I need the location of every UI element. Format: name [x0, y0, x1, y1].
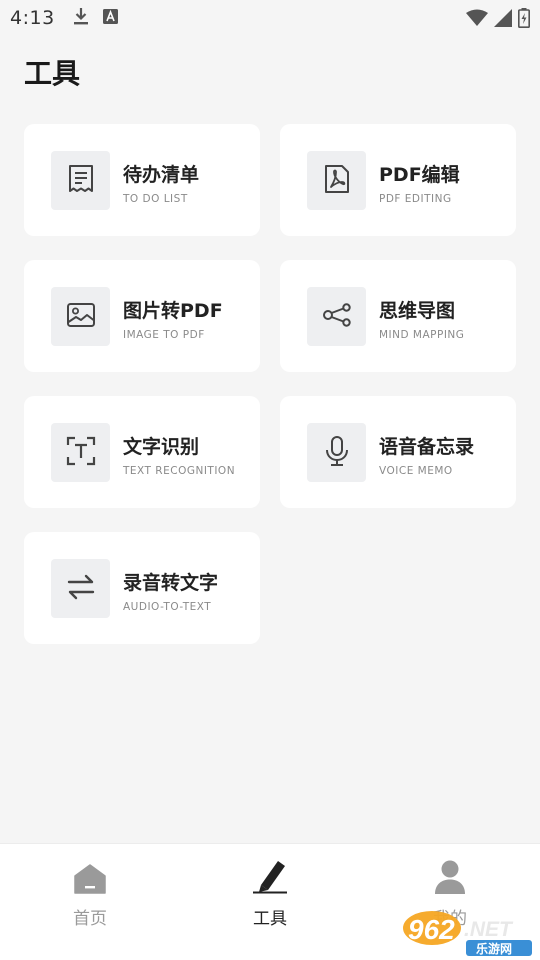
- tool-card-mind-mapping[interactable]: 思维导图 MIND MAPPING: [280, 260, 516, 372]
- tool-icon-box: [307, 423, 366, 482]
- pdf-icon: [323, 164, 351, 198]
- tool-subtitle: VOICE MEMO: [379, 465, 453, 477]
- tool-subtitle: PDF EDITING: [379, 193, 452, 205]
- tool-title: 思维导图: [379, 300, 456, 322]
- text-a-icon: [102, 8, 118, 28]
- text-scan-icon: [66, 436, 96, 470]
- tool-icon-box: [51, 423, 110, 482]
- nav-label: 工具: [253, 909, 287, 929]
- tool-title: 图片转PDF: [123, 300, 223, 322]
- tool-title: 文字识别: [123, 436, 200, 458]
- receipt-list-icon: [67, 164, 95, 198]
- mind-map-icon: [321, 302, 353, 332]
- tool-subtitle: TEXT RECOGNITION: [123, 465, 236, 477]
- signal-icon: [494, 9, 512, 31]
- tool-title: PDF编辑: [379, 164, 460, 186]
- watermark-cn: 乐游网: [476, 941, 512, 956]
- tool-card-audio-to-text[interactable]: 录音转文字 AUDIO-TO-TEXT: [24, 532, 260, 644]
- page-title: 工具: [24, 57, 81, 90]
- tool-subtitle: MIND MAPPING: [379, 329, 465, 341]
- tool-title: 录音转文字: [123, 572, 219, 594]
- status-time: 4:13: [10, 7, 55, 29]
- tool-icon-box: [307, 151, 366, 210]
- battery-icon: [518, 8, 530, 32]
- tool-card-voice-memo[interactable]: 语音备忘录 VOICE MEMO: [280, 396, 516, 508]
- nav-item-tools[interactable]: 工具: [210, 861, 330, 932]
- tool-icon-box: [51, 559, 110, 618]
- swap-arrows-icon: [66, 573, 96, 605]
- watermark-number: 962: [408, 914, 455, 945]
- tool-card-pdf-editing[interactable]: PDF编辑 PDF EDITING: [280, 124, 516, 236]
- tool-card-image-to-pdf[interactable]: 图片转PDF IMAGE TO PDF: [24, 260, 260, 372]
- tool-icon-box: [51, 151, 110, 210]
- nav-label: 首页: [73, 909, 107, 929]
- image-icon: [66, 302, 96, 332]
- pen-icon: [252, 858, 288, 898]
- download-icon: [73, 7, 89, 29]
- person-icon: [434, 860, 466, 898]
- tool-card-text-recognition[interactable]: 文字识别 TEXT RECOGNITION: [24, 396, 260, 508]
- tool-title: 待办清单: [123, 164, 200, 186]
- watermark-logo: 962 .NET 乐游网: [402, 906, 534, 956]
- home-icon: [74, 864, 106, 898]
- tool-icon-box: [307, 287, 366, 346]
- watermark-suffix: .NET: [464, 918, 514, 941]
- wifi-icon: [466, 9, 488, 31]
- tool-card-todo-list[interactable]: 待办清单 TO DO LIST: [24, 124, 260, 236]
- nav-item-home[interactable]: 首页: [30, 862, 150, 932]
- microphone-icon: [324, 435, 350, 471]
- tool-icon-box: [51, 287, 110, 346]
- tool-title: 语音备忘录: [379, 436, 475, 458]
- tool-subtitle: AUDIO-TO-TEXT: [123, 601, 212, 613]
- tool-subtitle: IMAGE TO PDF: [123, 329, 205, 341]
- status-bar: 4:13: [0, 0, 540, 36]
- tool-subtitle: TO DO LIST: [123, 193, 188, 205]
